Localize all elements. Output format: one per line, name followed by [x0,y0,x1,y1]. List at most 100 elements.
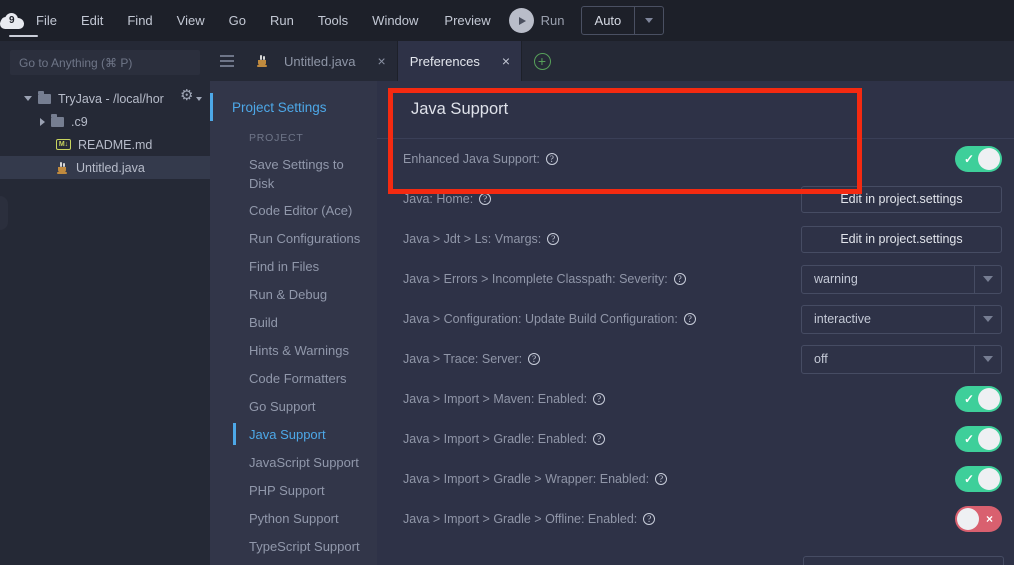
check-icon: ✓ [964,473,974,485]
help-icon[interactable]: ? [593,433,605,445]
tree-item-tryjava[interactable]: TryJava - /local/hor [0,87,210,110]
go-to-anything-placeholder: Go to Anything (⌘ P) [19,56,132,70]
chevron-down-icon[interactable] [634,7,663,34]
menu-edit[interactable]: Edit [69,0,115,41]
setting-row-import-gradle-enabled: Java > Import > Gradle: Enabled: ? ✓ [377,419,1014,459]
menu-hamburger-icon[interactable] [210,41,244,81]
nav-item-code-editor-ace[interactable]: Code Editor (Ace) [210,196,377,224]
nav-item-hints-and-warnings[interactable]: Hints & Warnings [210,336,377,364]
setting-label-text: Java > Jdt > Ls: Vmargs: [403,232,541,246]
chevron-right-icon[interactable] [40,118,45,126]
menu-tools[interactable]: Tools [306,0,360,41]
setting-row-update-build-configuration: Java > Configuration: Update Build Confi… [377,299,1014,339]
setting-label: Java > Errors > Incomplete Classpath: Se… [403,272,686,286]
setting-row-enhanced-java-support: Enhanced Java Support: ? ✓ [377,139,1014,179]
run-button[interactable]: Run [505,8,581,33]
nav-item-python-support[interactable]: Python Support [210,504,377,532]
tree-item-untitled-java[interactable]: Untitled.java [0,156,210,179]
sidebar-collapse-handle[interactable] [0,196,8,230]
nav-item-run-configurations[interactable]: Run Configurations [210,224,377,252]
preferences-nav-title[interactable]: Project Settings [210,89,377,125]
tab-label: Untitled.java [284,54,356,69]
next-setting-control-partial[interactable] [803,556,1004,565]
tree-item-label: README.md [78,138,152,152]
setting-label-text: Java > Errors > Incomplete Classpath: Se… [403,272,668,286]
chevron-down-icon[interactable] [24,96,32,101]
menu-find[interactable]: Find [115,0,164,41]
menu-bar-right-group: Preview Run Auto [430,0,1014,41]
go-to-anything-input[interactable]: Go to Anything (⌘ P) [10,50,200,75]
toggle-knob [978,148,1000,170]
nav-item-code-formatters[interactable]: Code Formatters [210,364,377,392]
nav-item-javascript-support[interactable]: JavaScript Support [210,448,377,476]
help-icon[interactable]: ? [643,513,655,525]
select-update-build-configuration[interactable]: interactive [801,305,1002,334]
page-title: Java Support [411,100,508,119]
setting-row-import-gradle-offline-enabled: Java > Import > Gradle > Offline: Enable… [377,499,1014,539]
toggle-import-maven-enabled[interactable]: ✓ [955,386,1002,412]
setting-label-text: Enhanced Java Support: [403,152,540,166]
help-icon[interactable]: ? [655,473,667,485]
edit-in-project-settings-button[interactable]: Edit in project.settings [801,226,1002,253]
help-icon[interactable]: ? [547,233,559,245]
toggle-import-gradle-enabled[interactable]: ✓ [955,426,1002,452]
check-icon: ✓ [964,433,974,445]
menu-view[interactable]: View [165,0,217,41]
setting-label-text: Java > Import > Maven: Enabled: [403,392,587,406]
nav-item-typescript-support[interactable]: TypeScript Support [210,532,377,560]
add-tab-button[interactable]: + [522,41,562,81]
menu-bar: 9 File Edit Find View Go Run Tools Windo… [0,0,1014,41]
setting-label: Java > Trace: Server: ? [403,352,540,366]
select-incomplete-classpath-severity[interactable]: warning [801,265,1002,294]
setting-row-incomplete-classpath-severity: Java > Errors > Incomplete Classpath: Se… [377,259,1014,299]
nav-item-java-support[interactable]: Java Support [210,420,377,448]
close-icon[interactable]: × [378,54,386,68]
chevron-down-icon[interactable] [974,346,1001,373]
help-icon[interactable]: ? [479,193,491,205]
setting-label: Java > Configuration: Update Build Confi… [403,312,696,326]
tab-untitled-java[interactable]: Untitled.java × [244,41,398,81]
tab-label: Preferences [410,54,480,69]
nav-item-php-support[interactable]: PHP Support [210,476,377,504]
toggle-enhanced-java-support[interactable]: ✓ [955,146,1002,172]
menu-window[interactable]: Window [360,0,430,41]
nav-item-save-settings-to-disk[interactable]: Save Settings to Disk [210,151,377,196]
preview-button[interactable]: Preview [430,0,504,41]
toggle-knob [978,468,1000,490]
nav-item-go-support[interactable]: Go Support [210,392,377,420]
nav-item-run-and-debug[interactable]: Run & Debug [210,280,377,308]
chevron-down-icon[interactable] [974,266,1001,293]
close-icon[interactable]: × [502,54,510,68]
help-icon[interactable]: ? [546,153,558,165]
help-icon[interactable]: ? [528,353,540,365]
tab-preferences[interactable]: Preferences × [398,41,522,81]
tree-item-readme[interactable]: M↓ README.md [0,133,210,156]
setting-row-import-gradle-wrapper-enabled: Java > Import > Gradle > Wrapper: Enable… [377,459,1014,499]
setting-row-trace-server: Java > Trace: Server: ? off [377,339,1014,379]
tree-item-label: TryJava - /local/hor [58,92,164,106]
setting-label: Java > Import > Gradle > Wrapper: Enable… [403,472,667,486]
toggle-knob [957,508,979,530]
nav-item-build[interactable]: Build [210,308,377,336]
menu-run[interactable]: Run [258,0,306,41]
help-icon[interactable]: ? [674,273,686,285]
toggle-import-gradle-offline-enabled[interactable]: × [955,506,1002,532]
play-icon [509,8,534,33]
tree-item-c9[interactable]: .c9 [0,110,210,133]
auto-run-selector[interactable]: Auto [581,6,665,35]
check-icon: ✓ [964,393,974,405]
toggle-import-gradle-wrapper-enabled[interactable]: ✓ [955,466,1002,492]
help-icon[interactable]: ? [684,313,696,325]
select-trace-server[interactable]: off [801,345,1002,374]
edit-in-project-settings-button[interactable]: Edit in project.settings [801,186,1002,213]
setting-row-java-home: Java: Home: ? Edit in project.settings [377,179,1014,219]
setting-label: Java > Jdt > Ls: Vmargs: ? [403,232,559,246]
help-icon[interactable]: ? [593,393,605,405]
run-button-label: Run [541,13,565,28]
preferences-panel: Java Support Enhanced Java Support: ? ✓ … [377,81,1014,565]
nav-item-find-in-files[interactable]: Find in Files [210,252,377,280]
cloud9-logo-button[interactable]: 9 [0,0,24,41]
menu-go[interactable]: Go [217,0,258,41]
chevron-down-icon[interactable] [974,306,1001,333]
setting-label: Java > Import > Gradle > Offline: Enable… [403,512,655,526]
